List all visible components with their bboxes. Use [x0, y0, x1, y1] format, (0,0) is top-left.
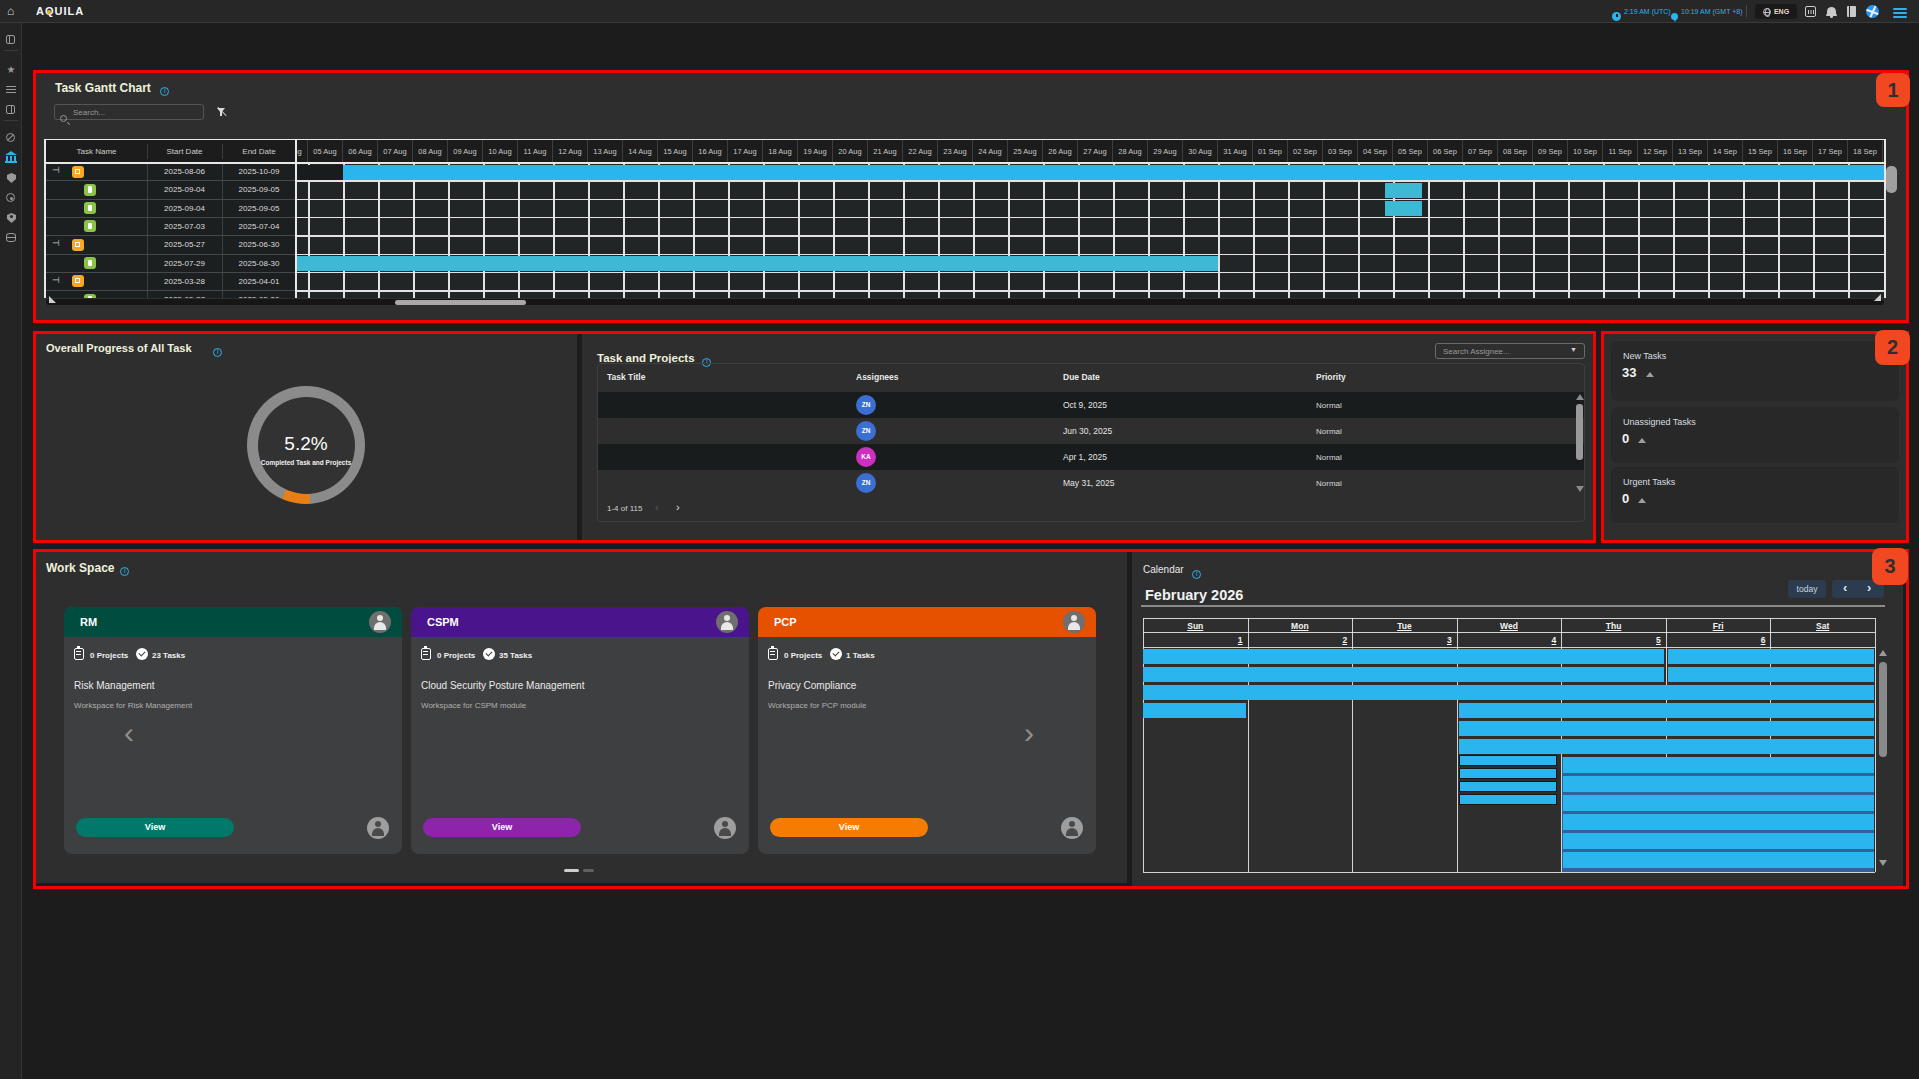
sidebar-item-panel-icon — [6, 35, 15, 44]
language-globe-icon — [1763, 8, 1771, 16]
sidebar-item-database[interactable] — [0, 231, 22, 245]
docs-book-icon[interactable] — [1847, 6, 1856, 17]
sidebar-item-shield-icon — [7, 173, 16, 183]
left-sidebar: ★ — [0, 23, 22, 1079]
sidebar-item-guard[interactable] — [0, 211, 22, 225]
utc-clock-icon — [1612, 7, 1621, 25]
reports-icon[interactable] — [1805, 6, 1816, 17]
sidebar-item-shield[interactable] — [0, 171, 22, 185]
line — [6, 92, 16, 93]
topbar-divider — [1746, 5, 1747, 18]
language-label: ENG — [1774, 8, 1789, 15]
section2-badge: 2 — [1875, 330, 1910, 365]
top-bar: ⌂ AQUILA 2:19 AM (UTC) 10:19 AM (GMT +8)… — [0, 0, 1919, 23]
sidebar-item-board[interactable] — [0, 103, 22, 117]
i — [10, 215, 13, 218]
i — [7, 237, 15, 238]
sidebar-item-target-icon — [6, 193, 15, 202]
sidebar-item-menu[interactable] — [0, 83, 22, 97]
i — [8, 135, 14, 141]
section1-outline — [33, 70, 1909, 323]
home-icon[interactable]: ⌂ — [7, 4, 14, 18]
i — [11, 106, 12, 113]
i — [9, 36, 10, 43]
language-selector[interactable]: ENG — [1755, 4, 1797, 19]
sidebar-item-guard-icon — [7, 213, 16, 223]
sidebar-item-web-icon — [6, 133, 15, 142]
sidebar-divider — [4, 120, 18, 121]
sidebar-item-database-icon — [6, 233, 16, 242]
section3-badge: 3 — [1872, 548, 1908, 585]
i — [10, 197, 13, 200]
local-time: 10:19 AM (GMT +8) — [1681, 8, 1743, 15]
sidebar-item-panel[interactable] — [0, 33, 22, 47]
app-logo[interactable]: AQUILA — [36, 5, 84, 17]
line — [6, 89, 16, 90]
stats-outline — [1601, 331, 1909, 543]
sidebar-item-bank[interactable] — [0, 150, 22, 164]
section1-badge: 1 — [1876, 73, 1910, 107]
base — [5, 161, 17, 163]
notifications-bell-icon[interactable] — [1827, 7, 1836, 15]
sidebar-item-favorites[interactable]: ★ — [0, 63, 22, 77]
sidebar-divider — [4, 50, 18, 51]
roof — [5, 151, 17, 155]
line — [6, 86, 16, 87]
globe-sphere-icon[interactable] — [1866, 5, 1879, 18]
section2-outline — [33, 331, 1596, 543]
menu-hamburger-icon[interactable] — [1893, 6, 1907, 20]
utc-time: 2:19 AM (UTC) — [1624, 8, 1671, 15]
app-root: ⌂ AQUILA 2:19 AM (UTC) 10:19 AM (GMT +8)… — [0, 0, 1919, 1079]
location-pin-icon — [1671, 6, 1678, 24]
logo-dot — [47, 10, 51, 14]
sidebar-item-web[interactable] — [0, 131, 22, 145]
sidebar-item-target[interactable] — [0, 191, 22, 205]
section3-outline — [33, 549, 1909, 889]
app-logo-text: AQUILA — [36, 5, 84, 17]
sidebar-item-board-icon — [6, 105, 15, 114]
